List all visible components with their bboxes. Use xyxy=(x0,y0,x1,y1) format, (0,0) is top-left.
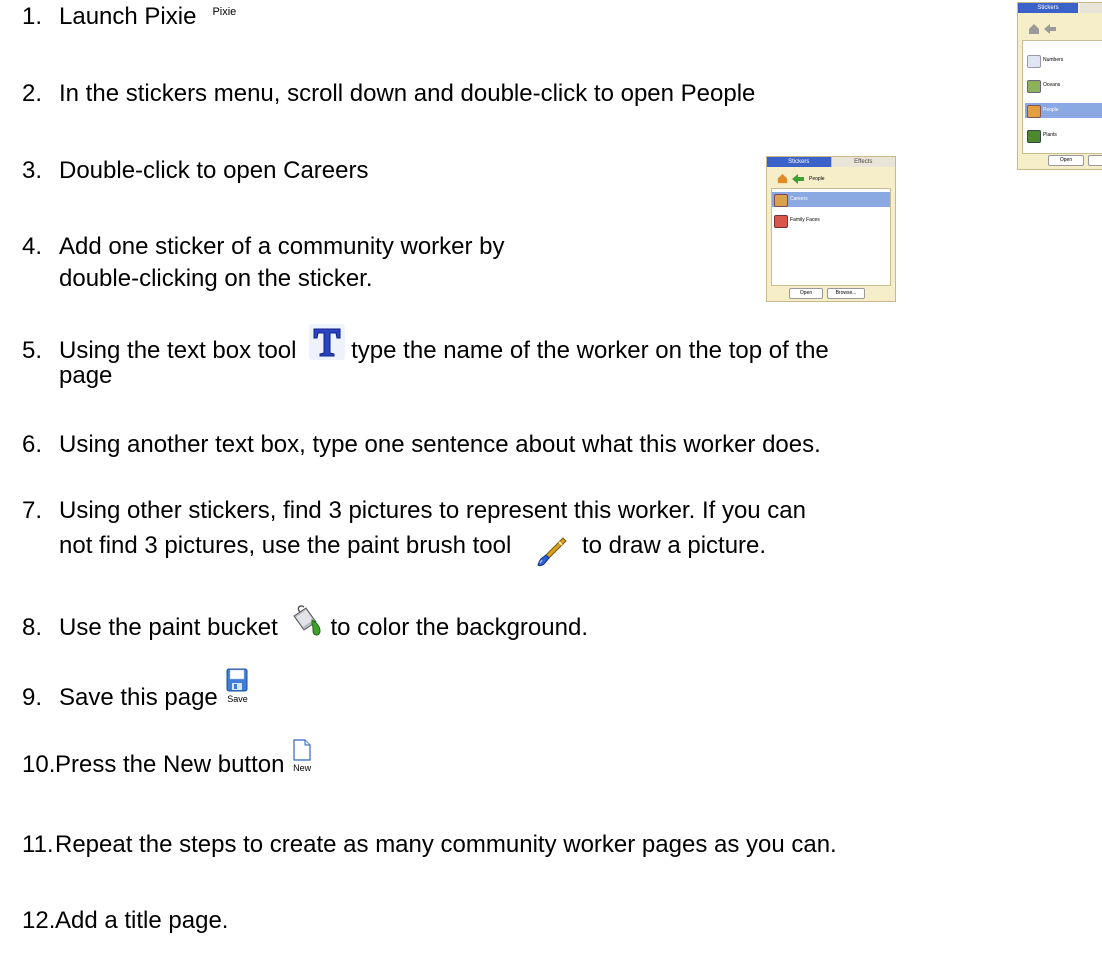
paint-brush-icon[interactable] xyxy=(536,535,568,574)
new-button[interactable]: New xyxy=(293,739,311,773)
step-text-before: Using the text box tool xyxy=(59,336,297,364)
step-text: Launch Pixie xyxy=(59,3,197,30)
save-label: Save xyxy=(227,694,248,704)
list-item[interactable]: Careers xyxy=(772,192,890,207)
step-number: 6. xyxy=(22,431,43,458)
step-text: Press the New button xyxy=(55,751,285,778)
step-6: 6. Using another text box, type one sente… xyxy=(22,430,821,459)
step-number: 11. xyxy=(22,831,54,858)
list-item[interactable]: Plants xyxy=(1025,128,1102,143)
step-5-line2: page xyxy=(59,362,113,389)
new-document-icon xyxy=(293,739,311,761)
step-5: 5. Using the text box tool type the name … xyxy=(22,324,829,373)
numbers-icon xyxy=(1027,55,1041,68)
home-icon[interactable] xyxy=(777,173,788,184)
people-icon xyxy=(1027,105,1041,118)
step-number: 10. xyxy=(22,751,56,778)
browse-button[interactable]: Browse... xyxy=(827,288,865,299)
stickers-panel-people: Stickers Effects People Careers Family F… xyxy=(766,156,896,302)
step-7-line2: not find 3 pictures, use the paint brush… xyxy=(59,527,767,567)
stickers-panel-top: Stickers Numbers Oceans People Plants Op… xyxy=(1017,2,1102,170)
sticker-list: Numbers Oceans People Plants xyxy=(1022,40,1102,154)
step-text-before: Use the paint bucket xyxy=(59,613,278,641)
step-text-line1: Using other stickers, find 3 pictures to… xyxy=(59,497,806,524)
home-icon[interactable] xyxy=(1028,23,1040,35)
breadcrumb: People xyxy=(777,173,887,185)
step-number: 4. xyxy=(22,233,43,260)
pixie-app-label[interactable]: Pixie xyxy=(212,6,236,18)
list-item[interactable]: Oceans xyxy=(1025,78,1102,93)
back-arrow-icon[interactable] xyxy=(1044,24,1056,34)
plants-icon xyxy=(1027,130,1041,143)
list-item[interactable]: People xyxy=(1025,103,1102,118)
back-arrow-icon[interactable] xyxy=(792,174,804,184)
open-button[interactable]: Open xyxy=(1048,155,1084,166)
step-text: Save this page xyxy=(59,684,218,711)
step-text: Add a title page. xyxy=(55,907,229,934)
step-11: 11.Repeat the steps to create as many co… xyxy=(22,830,837,859)
step-number: 12. xyxy=(22,907,56,934)
step-text: Double-click to open Careers xyxy=(59,157,369,184)
step-number: 5. xyxy=(22,336,43,364)
step-number: 1. xyxy=(22,3,43,30)
sticker-list: Careers Family Faces xyxy=(771,188,891,286)
step-3: 3. Double-click to open Careers xyxy=(22,156,368,185)
step-7: 7. Using other stickers, find 3 pictures … xyxy=(22,496,806,525)
paint-bucket-icon[interactable] xyxy=(290,604,324,645)
step-number: 9. xyxy=(22,684,43,711)
step-9: 9. Save this page Save xyxy=(22,668,248,712)
step-12: 12.Add a title page. xyxy=(22,906,228,935)
list-item[interactable]: Family Faces xyxy=(772,213,890,228)
step-number: 7. xyxy=(22,497,43,524)
browse-button[interactable] xyxy=(1088,155,1102,166)
oceans-icon xyxy=(1027,80,1041,93)
step-4-line2: double-clicking on the sticker. xyxy=(59,265,373,292)
step-text-after: type the name of the worker on the top o… xyxy=(351,336,829,364)
step-4: 4. Add one sticker of a community worker … xyxy=(22,232,505,261)
open-button[interactable]: Open xyxy=(789,288,823,299)
step-text-after: to color the background. xyxy=(330,613,588,641)
step-10: 10.Press the New button New xyxy=(22,739,311,779)
step-text-line2-after: to draw a picture. xyxy=(581,531,767,559)
step-8: 8. Use the paint bucket to color the back… xyxy=(22,605,588,649)
save-button[interactable]: Save xyxy=(226,668,248,704)
careers-icon xyxy=(774,194,788,207)
step-text: Using another text box, type one sentenc… xyxy=(59,431,821,458)
family-faces-icon xyxy=(774,215,788,228)
step-number: 2. xyxy=(22,80,43,107)
nav-icons xyxy=(1028,23,1068,35)
step-text-line2-before: not find 3 pictures, use the paint brush… xyxy=(59,531,512,559)
list-item[interactable]: Numbers xyxy=(1025,53,1102,68)
tab-stickers[interactable]: Stickers xyxy=(767,157,831,167)
tab-effects[interactable]: Effects xyxy=(830,157,895,167)
step-text: In the stickers menu, scroll down and do… xyxy=(59,80,756,107)
new-label: New xyxy=(293,763,312,773)
floppy-disk-icon xyxy=(226,668,248,692)
step-text-line1: Add one sticker of a community worker by xyxy=(59,233,505,260)
tab-stickers[interactable]: Stickers xyxy=(1018,3,1078,13)
breadcrumb-label: People xyxy=(809,176,825,182)
step-number: 3. xyxy=(22,157,43,184)
step-number: 8. xyxy=(22,613,43,641)
text-tool-icon[interactable] xyxy=(309,324,346,367)
step-text: Repeat the steps to create as many commu… xyxy=(55,831,837,858)
step-1: 1. Launch Pixie Pixie xyxy=(22,2,236,31)
step-2: 2. In the stickers menu, scroll down and … xyxy=(22,79,755,108)
